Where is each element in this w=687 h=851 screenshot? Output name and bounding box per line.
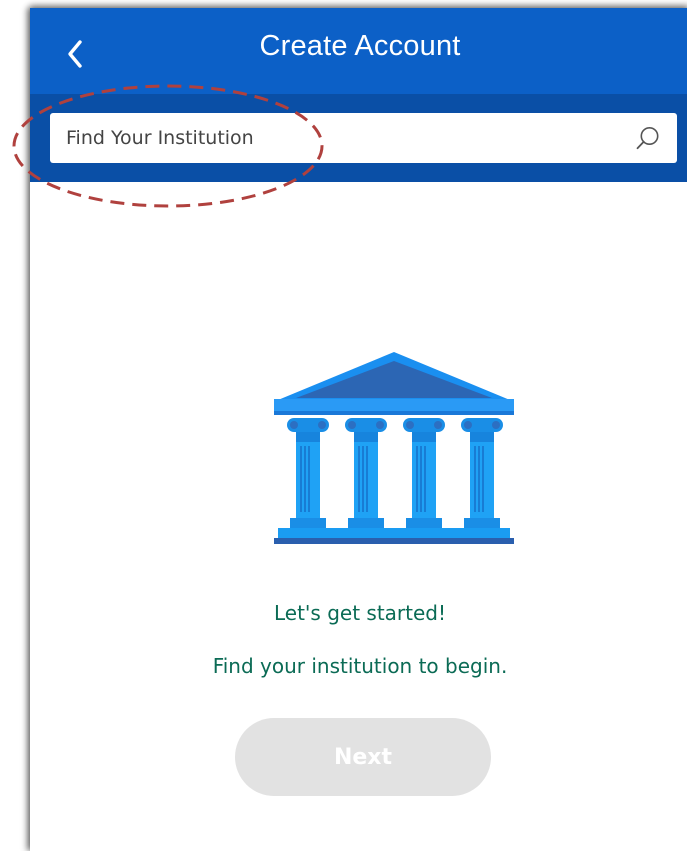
search-button[interactable] (635, 125, 661, 151)
search-icon (636, 127, 659, 150)
institution-search-input[interactable] (50, 113, 610, 163)
search-bar-region (30, 94, 687, 182)
next-button[interactable]: Next (235, 718, 491, 796)
welcome-instruction: Find your institution to begin. (212, 654, 508, 678)
screen: Create Account Find Your Institution Let… (0, 0, 687, 851)
page-title: Create Account (259, 30, 461, 62)
welcome-heading: Let's get started! (273, 601, 446, 625)
institution-building-icon (274, 352, 514, 544)
header-bar: Create Account (30, 8, 687, 94)
search-box (50, 113, 677, 163)
